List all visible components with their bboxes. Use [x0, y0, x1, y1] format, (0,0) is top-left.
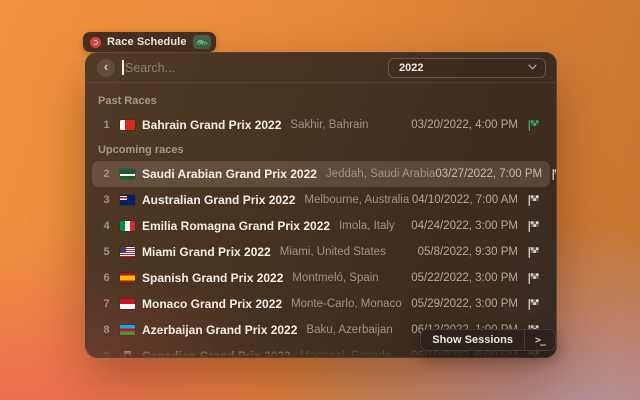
extension-chip[interactable]: Race Schedule — [83, 32, 216, 52]
section-header: Past Races — [92, 89, 550, 112]
race-row[interactable]: 2 Saudi Arabian Grand Prix 2022 Jeddah, Sa… — [92, 161, 550, 187]
flag-australia-icon — [120, 195, 135, 205]
race-title: Saudi Arabian Grand Prix 2022 — [142, 167, 317, 181]
checkered-flag-icon — [527, 194, 540, 207]
race-title: Miami Grand Prix 2022 — [142, 245, 271, 259]
race-datetime: 06/19/2022, 8:00 PM — [411, 350, 518, 357]
flag-italy-icon — [120, 221, 135, 231]
race-datetime: 04/10/2022, 7:00 AM — [412, 194, 518, 206]
text-caret — [122, 60, 124, 75]
race-location: Melbourne, Australia — [304, 194, 409, 206]
race-location: Monte-Carlo, Monaco — [291, 298, 402, 310]
race-index: 1 — [100, 119, 113, 131]
flag-azerbaijan-icon — [120, 325, 135, 335]
chevron-down-icon — [528, 62, 537, 73]
race-index: 4 — [100, 220, 113, 232]
race-datetime: 03/27/2022, 7:00 PM — [435, 168, 542, 180]
race-datetime: 03/20/2022, 4:00 PM — [411, 119, 518, 131]
checkered-flag-icon — [527, 298, 540, 311]
flag-monaco-icon — [120, 299, 135, 309]
search-input[interactable] — [122, 61, 388, 75]
race-datetime: 04/24/2022, 3:00 PM — [411, 220, 518, 232]
checkered-flag-icon — [527, 220, 540, 233]
race-index: 5 — [100, 246, 113, 258]
show-sessions-button[interactable]: Show Sessions — [421, 334, 524, 346]
race-location: Montreal, Canada — [300, 350, 391, 357]
flag-usa-icon — [120, 247, 135, 257]
flag-bahrain-icon — [120, 120, 135, 130]
race-title: Azerbaijan Grand Prix 2022 — [142, 323, 297, 337]
race-title: Monaco Grand Prix 2022 — [142, 297, 282, 311]
race-index: 8 — [100, 324, 113, 336]
race-list: Past Races 1 Bahrain Grand Prix 2022 Sakhir… — [86, 83, 556, 357]
race-index: 7 — [100, 298, 113, 310]
race-index: 9 — [100, 350, 113, 357]
race-title: Bahrain Grand Prix 2022 — [142, 118, 281, 132]
race-title: Canadian Grand Prix 2022 — [142, 349, 291, 357]
extension-icon — [90, 37, 101, 48]
year-dropdown-value: 2022 — [399, 62, 528, 74]
flag-canada-icon — [120, 351, 135, 357]
checkered-flag-icon — [551, 168, 556, 181]
car-icon — [193, 35, 211, 49]
race-title: Emilia Romagna Grand Prix 2022 — [142, 219, 330, 233]
race-datetime: 05/22/2022, 3:00 PM — [411, 272, 518, 284]
extension-chip-label: Race Schedule — [107, 36, 187, 48]
search-bar: ‹ 2022 — [86, 53, 556, 83]
race-location: Jeddah, Saudi Arabia — [326, 168, 435, 180]
checkered-flag-icon — [527, 246, 540, 259]
race-index: 3 — [100, 194, 113, 206]
desktop-background: Race Schedule ‹ 2022 Past Races1Ba — [0, 0, 640, 400]
race-title: Spanish Grand Prix 2022 — [142, 271, 283, 285]
race-datetime: 05/29/2022, 3:00 PM — [411, 298, 518, 310]
race-location: Montmeló, Spain — [292, 272, 378, 284]
back-button[interactable]: ‹ — [97, 59, 115, 77]
year-dropdown[interactable]: 2022 — [388, 58, 546, 78]
flag-saudi-arabia-icon — [120, 169, 135, 179]
race-index: 2 — [100, 168, 113, 180]
race-row[interactable]: 7 Monaco Grand Prix 2022 Monte-Carlo, Mona… — [92, 291, 550, 317]
race-location: Sakhir, Bahrain — [290, 119, 368, 131]
race-row[interactable]: 1 Bahrain Grand Prix 2022 Sakhir, Bahrain 0… — [92, 112, 550, 138]
race-location: Baku, Azerbaijan — [306, 324, 392, 336]
checkered-flag-icon — [527, 119, 540, 132]
race-row[interactable]: 3 Australian Grand Prix 2022 Melbourne, Au… — [92, 187, 550, 213]
terminal-icon[interactable]: >_ — [525, 335, 555, 346]
race-location: Miami, United States — [280, 246, 386, 258]
action-hud: Show Sessions >_ — [420, 329, 556, 351]
race-row[interactable]: 6 Spanish Grand Prix 2022 Montmeló, Spain 0… — [92, 265, 550, 291]
race-row[interactable]: 5 Miami Grand Prix 2022 Miami, United Stat… — [92, 239, 550, 265]
race-index: 6 — [100, 272, 113, 284]
section-header: Upcoming races — [92, 138, 550, 161]
flag-spain-icon — [120, 273, 135, 283]
race-row[interactable]: 4 Emilia Romagna Grand Prix 2022 Imola, It… — [92, 213, 550, 239]
race-schedule-window: ‹ 2022 Past Races 1 Bahrain Grand Prix 202… — [85, 52, 557, 358]
checkered-flag-icon — [527, 272, 540, 285]
race-datetime: 05/8/2022, 9:30 PM — [418, 246, 518, 258]
race-location: Imola, Italy — [339, 220, 395, 232]
race-title: Australian Grand Prix 2022 — [142, 193, 295, 207]
